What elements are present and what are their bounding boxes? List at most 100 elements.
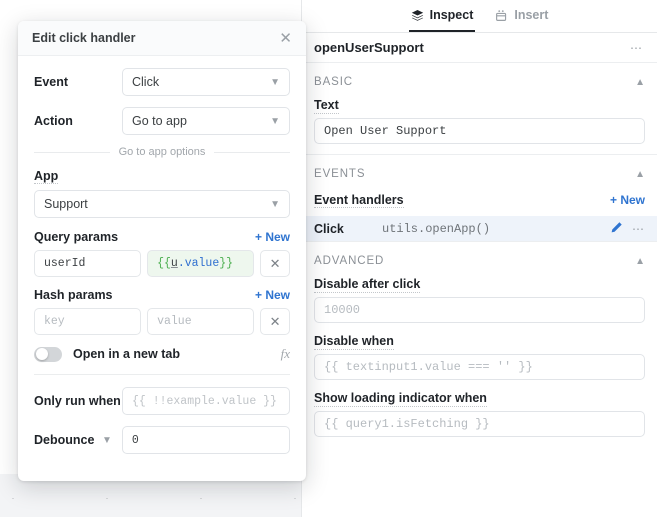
open-new-tab-toggle[interactable]	[34, 346, 62, 362]
chevron-up-icon[interactable]: ▲	[635, 169, 645, 180]
hash-param-value-input[interactable]: value	[147, 308, 255, 335]
hash-params-header: Hash params + New	[34, 288, 290, 302]
chevron-down-icon: ▼	[270, 115, 280, 127]
open-new-tab-label: Open in a new tab	[73, 347, 180, 361]
query-param-key-value: userId	[44, 257, 86, 270]
field-label-text: Text	[314, 98, 339, 114]
add-hash-param-button[interactable]: + New	[255, 288, 290, 302]
disable-after-click-placeholder: 10000	[324, 303, 361, 317]
show-loading-indicator-when-field[interactable]: {{ query1.isFetching }}	[314, 411, 645, 437]
binding-property: .value	[177, 257, 220, 270]
event-handler-event: Click	[314, 221, 344, 236]
binding-identifier: u	[170, 257, 178, 270]
tab-inspect-label: Inspect	[429, 8, 474, 22]
event-row: Event Click ▼	[34, 68, 290, 96]
hash-param-key-input[interactable]: key	[34, 308, 142, 335]
event-handlers-header: Event handlers + New	[302, 189, 657, 211]
add-event-handler-button[interactable]: + New	[610, 193, 645, 207]
query-param-value-input[interactable]: {{ u .value }}	[147, 250, 255, 277]
app-root: Inspect Insert openUserSupport ⋯ BASIC ▲…	[0, 0, 657, 517]
hash-param-row: key value ✕	[34, 308, 290, 335]
only-run-when-label: Only run when	[34, 394, 121, 408]
action-label: Action	[34, 114, 73, 128]
dialog-body: Event Click ▼ Action Go to app ▼ Go to a…	[18, 56, 306, 481]
add-query-param-button[interactable]: + New	[255, 230, 290, 244]
section-title-basic: BASIC	[314, 76, 354, 88]
show-loading-indicator-when-placeholder: {{ query1.isFetching }}	[324, 417, 490, 431]
chevron-down-icon: ▼	[270, 198, 280, 210]
chevron-up-icon[interactable]: ▲	[635, 256, 645, 267]
more-horizontal-icon[interactable]: ⋯	[630, 223, 647, 235]
chevron-down-icon[interactable]: ▼	[102, 435, 112, 446]
action-select-value: Go to app	[132, 114, 187, 128]
debounce-label: Debounce	[34, 433, 95, 447]
section-title-events: EVENTS	[314, 168, 366, 180]
binding-open-brace: {{	[157, 257, 171, 270]
object-name: openUserSupport	[314, 40, 424, 55]
event-handler-row[interactable]: Click utils.openApp() ⋯	[302, 216, 657, 241]
fx-icon[interactable]: fx	[281, 346, 290, 362]
section-header-advanced[interactable]: ADVANCED ▲	[302, 246, 657, 276]
inspected-object-header: openUserSupport ⋯	[302, 33, 657, 63]
remove-query-param-button[interactable]: ✕	[260, 250, 290, 277]
section-divider-1	[302, 154, 657, 155]
hash-param-value-placeholder: value	[157, 315, 192, 328]
tab-inspect[interactable]: Inspect	[408, 0, 476, 32]
open-new-tab-row: Open in a new tab fx	[34, 346, 290, 362]
debounce-row: Debounce ▼ 0	[34, 426, 290, 454]
section-header-basic[interactable]: BASIC ▲	[302, 67, 657, 97]
separator-line-right	[214, 151, 290, 153]
query-param-key-input[interactable]: userId	[34, 250, 142, 277]
event-select-value: Click	[132, 75, 160, 89]
inspector-tabbar: Inspect Insert	[302, 0, 657, 33]
more-horizontal-icon[interactable]: ⋯	[628, 42, 645, 54]
action-row: Action Go to app ▼	[34, 107, 290, 135]
query-params-header: Query params + New	[34, 230, 290, 244]
dialog-divider	[34, 374, 290, 375]
binding-close-brace: }}	[219, 257, 234, 270]
tab-insert-label: Insert	[514, 8, 549, 22]
chevron-down-icon: ▼	[270, 76, 280, 88]
hash-params-label: Hash params	[34, 288, 113, 302]
query-param-row: userId {{ u .value }} ✕	[34, 250, 290, 277]
debounce-value: 0	[131, 433, 139, 447]
only-run-when-input[interactable]: {{ !!example.value }}	[122, 387, 290, 415]
field-label-show-loading-indicator-when: Show loading indicator when	[314, 391, 487, 407]
disable-when-placeholder: {{ textinput1.value === '' }}	[324, 360, 533, 374]
tab-insert[interactable]: Insert	[493, 0, 550, 32]
close-icon[interactable]: ✕	[279, 31, 292, 46]
app-label: App	[34, 169, 59, 184]
text-field[interactable]: Open User Support	[314, 118, 645, 144]
event-label: Event	[34, 75, 69, 89]
app-select-value: Support	[44, 197, 88, 211]
edit-click-handler-dialog: Edit click handler ✕ Event Click ▼ Actio…	[18, 21, 306, 481]
inspector-panel: Inspect Insert openUserSupport ⋯ BASIC ▲…	[301, 0, 657, 517]
separator-line-left	[34, 151, 110, 153]
insert-component-icon	[495, 9, 508, 22]
only-run-when-placeholder: {{ !!example.value }}	[132, 394, 277, 408]
chevron-up-icon[interactable]: ▲	[635, 77, 645, 88]
options-separator: Go to app options	[34, 146, 290, 158]
field-label-disable-when: Disable when	[314, 334, 394, 350]
hash-param-key-placeholder: key	[44, 315, 65, 328]
section-title-advanced: ADVANCED	[314, 255, 385, 267]
toggle-knob	[36, 348, 48, 360]
event-handler-code: utils.openApp()	[382, 221, 491, 236]
only-run-when-row: Only run when {{ !!example.value }}	[34, 387, 290, 415]
disable-when-field[interactable]: {{ textinput1.value === '' }}	[314, 354, 645, 380]
dialog-title: Edit click handler	[32, 31, 136, 45]
section-divider-2	[302, 241, 657, 242]
event-select[interactable]: Click ▼	[122, 68, 290, 96]
remove-hash-param-button[interactable]: ✕	[260, 308, 290, 335]
dialog-header: Edit click handler ✕	[18, 21, 306, 56]
layers-icon	[411, 9, 424, 22]
query-params-label: Query params	[34, 230, 119, 244]
app-select[interactable]: Support ▼	[34, 190, 290, 218]
field-label-disable-after-click: Disable after click	[314, 277, 421, 293]
section-header-events[interactable]: EVENTS ▲	[302, 159, 657, 189]
action-select[interactable]: Go to app ▼	[122, 107, 290, 135]
pencil-icon[interactable]	[610, 221, 623, 237]
disable-after-click-field[interactable]: 10000	[314, 297, 645, 323]
debounce-input[interactable]: 0	[121, 426, 290, 454]
text-field-value: Open User Support	[324, 124, 447, 138]
